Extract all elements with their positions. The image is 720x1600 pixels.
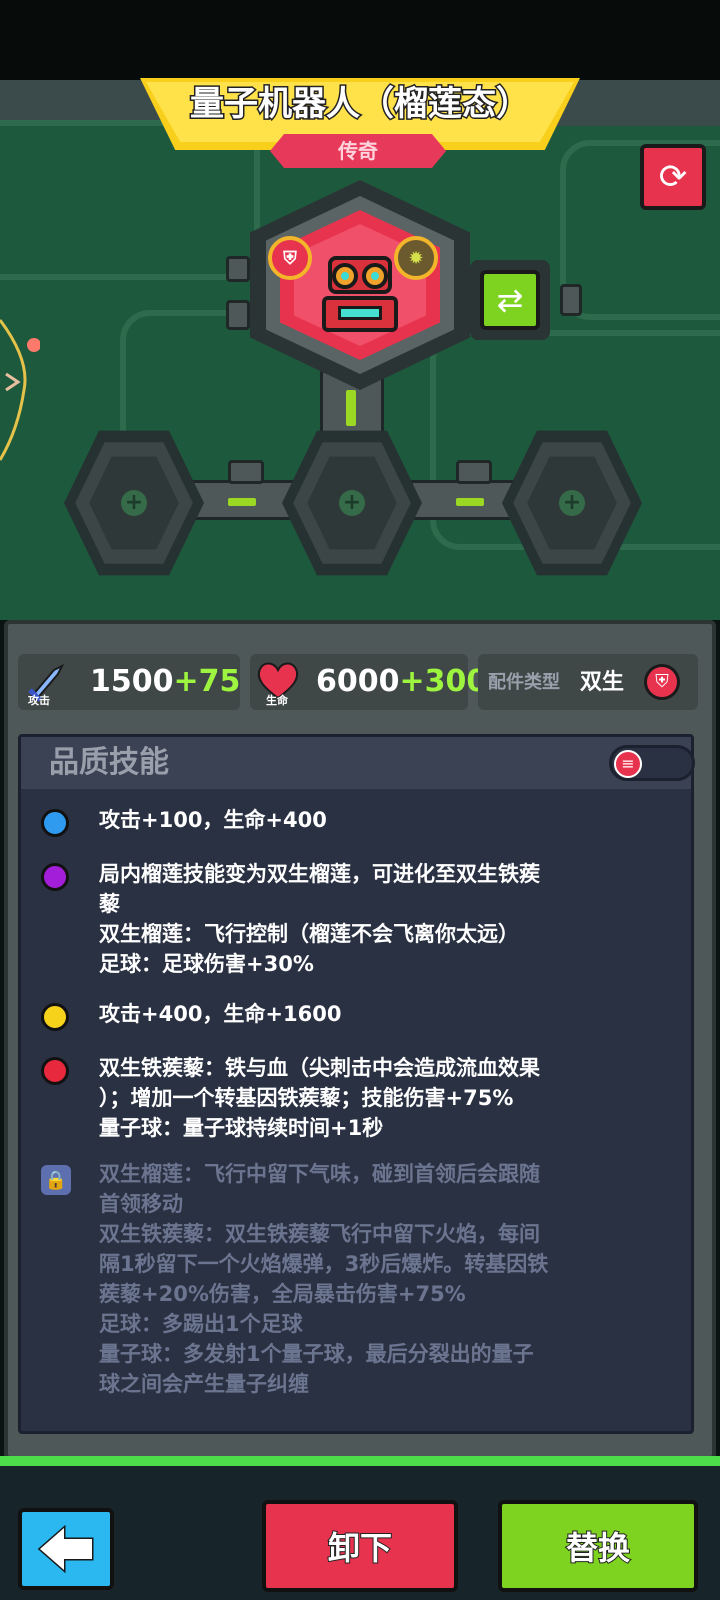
connector-nub bbox=[226, 256, 250, 282]
shield-emblem-icon: ⛨ bbox=[268, 236, 312, 280]
attack-value: 1500+75 bbox=[90, 664, 241, 699]
skill-text: 足球：多踢出1个足球 bbox=[99, 1312, 303, 1336]
refresh-icon: ⟳ bbox=[658, 157, 688, 197]
replace-label: 替换 bbox=[565, 1528, 631, 1568]
skill-text: 隔1秒留下一个火焰爆弹，3秒后爆炸。转基因铁 bbox=[99, 1252, 549, 1276]
panel-divider bbox=[0, 1456, 720, 1466]
lock-icon: 🔒 bbox=[41, 1165, 71, 1195]
attack-stat: 攻击 1500+75 bbox=[18, 654, 240, 710]
connector-led bbox=[228, 498, 256, 506]
back-arrow-icon bbox=[37, 1524, 94, 1574]
skill-tier-dot bbox=[41, 1057, 69, 1085]
skills-toggle[interactable]: ≡ bbox=[609, 745, 695, 781]
unequip-button[interactable]: 卸下 bbox=[262, 1500, 458, 1592]
plus-icon: + bbox=[339, 490, 365, 516]
quality-skills-box: 品质技能 ≡ 攻击+100，生命+400 局内榴莲技能变为双生榴莲，可进化至双生… bbox=[18, 734, 695, 1434]
skill-text: 攻击+100，生命+400 bbox=[99, 808, 327, 832]
skill-text: 攻击+400，生命+1600 bbox=[99, 1002, 342, 1026]
swap-slot-button[interactable]: ⇄ bbox=[470, 260, 550, 340]
connector-led bbox=[456, 498, 484, 506]
skills-title: 品质技能 bbox=[49, 745, 169, 780]
part-type-label: 配件类型 bbox=[488, 672, 560, 693]
skill-text: 足球：足球伤害+30% bbox=[99, 952, 314, 976]
skill-text: ）；增加一个转基因铁蒺藜；技能伤害+75% bbox=[99, 1086, 514, 1110]
skill-text: 首领移动 bbox=[99, 1192, 183, 1216]
rarity-badge: 传奇 bbox=[270, 134, 446, 168]
list-icon: ≡ bbox=[614, 750, 642, 778]
health-stat: 生命 6000+300 bbox=[250, 654, 487, 710]
quantum-robot-icon bbox=[318, 246, 402, 336]
skill-text: 藜 bbox=[99, 892, 120, 916]
durian-icon: ✹ bbox=[394, 236, 438, 280]
connector-nub bbox=[560, 284, 582, 316]
replace-button[interactable]: 替换 bbox=[498, 1500, 698, 1592]
skill-tier-dot bbox=[41, 863, 69, 891]
health-icon-label: 生命 bbox=[266, 694, 288, 707]
skill-text: 量子球：多发射1个量子球，最后分裂出的量子 bbox=[99, 1342, 534, 1366]
unequip-label: 卸下 bbox=[327, 1528, 393, 1568]
skill-text: 双生榴莲：飞行中留下气味，碰到首领后会跟随 bbox=[99, 1162, 540, 1186]
back-button[interactable] bbox=[18, 1508, 114, 1590]
plus-icon: + bbox=[559, 490, 585, 516]
skill-text: 量子球：量子球持续时间+1秒 bbox=[99, 1116, 384, 1140]
status-bar bbox=[0, 0, 720, 80]
part-type-stat: 配件类型 双生 ⛨ bbox=[478, 654, 698, 710]
skill-text: 蒺藜+20%伤害，全局暴击伤害+75% bbox=[99, 1282, 466, 1306]
connector-led bbox=[346, 390, 356, 426]
health-value: 6000+300 bbox=[316, 664, 488, 699]
skill-tier-dot bbox=[41, 1003, 69, 1031]
skill-text: 双生铁蒺藜：铁与血（尖刺击中会造成流血效果 bbox=[99, 1056, 540, 1080]
skill-tier-dot bbox=[41, 809, 69, 837]
connector-nub bbox=[228, 460, 264, 484]
plus-icon: + bbox=[121, 490, 147, 516]
item-title: 量子机器人（榴莲态） bbox=[189, 83, 532, 126]
attack-icon-label: 攻击 bbox=[28, 694, 50, 707]
skill-text: 球之间会产生量子纠缠 bbox=[99, 1372, 309, 1396]
part-type-value: 双生 bbox=[580, 670, 625, 695]
side-drawer-tab[interactable] bbox=[0, 300, 41, 480]
connector-nub bbox=[226, 300, 250, 330]
skill-text: 局内榴莲技能变为双生榴莲，可进化至双生铁蒺 bbox=[99, 862, 540, 886]
skill-text: 双生铁蒺藜：双生铁蒺藜飞行中留下火焰，每间 bbox=[99, 1222, 540, 1246]
skill-text: 双生榴莲：飞行控制（榴莲不会飞离你太远） bbox=[99, 922, 519, 946]
swap-icon: ⇄ bbox=[496, 281, 524, 319]
shield-emblem-icon: ⛨ bbox=[644, 664, 680, 700]
connector-nub bbox=[456, 460, 492, 484]
refresh-button[interactable]: ⟳ bbox=[640, 144, 706, 210]
